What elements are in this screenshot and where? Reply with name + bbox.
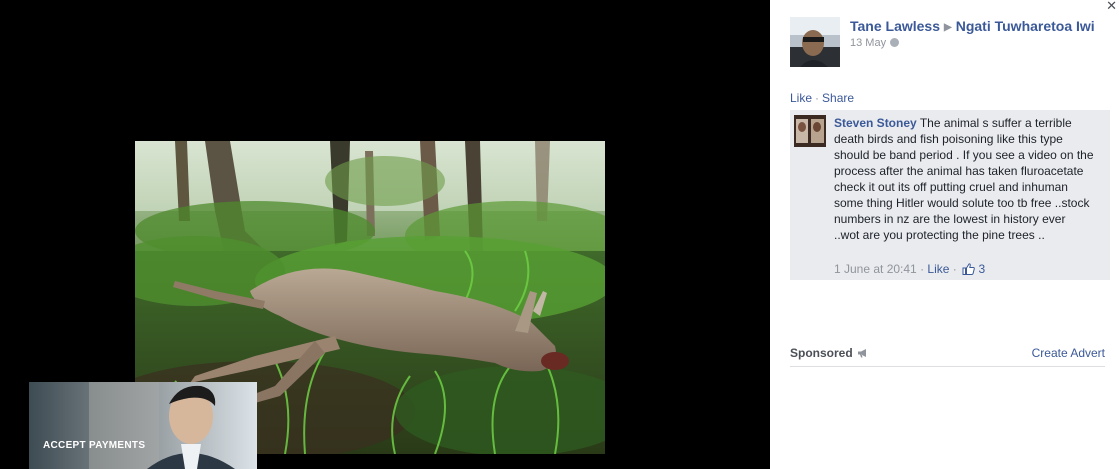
comment-like-count[interactable]: 3 [978,262,985,276]
commenter-name-link[interactable]: Steven Stoney [834,116,917,130]
post-meta: 13 May [850,37,900,49]
thumbs-up-icon [962,263,975,278]
comment: Steven Stoney The animal s suffer a terr… [790,110,1110,280]
separator: · [920,262,925,276]
post-author-link[interactable]: Tane Lawless [850,18,940,34]
comment-text: The animal s suffer a terrible death bir… [834,116,1094,242]
sponsored-header: Sponsored Create Advert [790,346,1105,367]
globe-icon[interactable] [890,38,900,47]
sponsored-label: Sponsored [790,346,869,361]
close-icon[interactable]: ✕ [1106,0,1117,14]
sponsored-ad-image[interactable]: ACCEPT PAYMENTS [29,382,257,469]
post-sidebar: ✕ Tane Lawless ▶ Ngati Tuwharetoa Iwi 13 M… [770,0,1119,469]
like-button[interactable]: Like [790,91,812,105]
comment-footer: 1 June at 20:41 · Like · 3 [834,262,985,278]
post-date-link[interactable]: 13 May [850,37,886,49]
post-header: Tane Lawless ▶ Ngati Tuwharetoa Iwi [850,18,1095,34]
ad-headline: ACCEPT PAYMENTS [43,440,146,451]
author-avatar[interactable] [790,17,840,67]
create-advert-link[interactable]: Create Advert [1032,346,1105,360]
right-triangle-icon: ▶ [944,22,952,33]
comment-body: Steven Stoney The animal s suffer a terr… [834,115,1094,243]
sponsored-text: Sponsored [790,346,853,360]
commenter-avatar[interactable] [794,115,826,147]
megaphone-icon [857,347,869,361]
comment-timestamp[interactable]: 1 June at 20:41 [834,262,917,276]
post-group-link[interactable]: Ngati Tuwharetoa Iwi [956,18,1095,34]
share-button[interactable]: Share [822,91,854,105]
separator: · [952,262,957,276]
separator: · [815,91,820,105]
post-actions: Like · Share [790,91,854,105]
comment-like-button[interactable]: Like [927,262,949,276]
